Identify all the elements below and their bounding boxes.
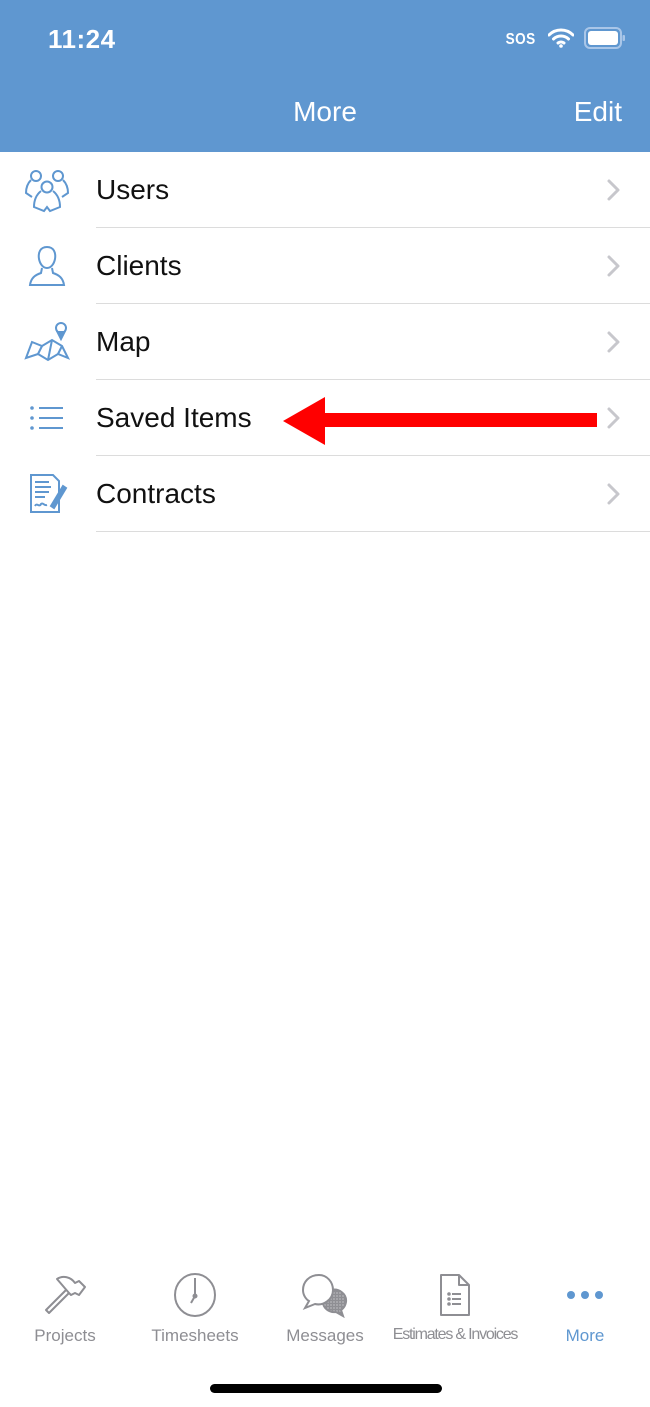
more-menu-list: Users Clients Map Saved Items Contracts	[0, 152, 650, 532]
tab-label: More	[565, 1326, 605, 1345]
chevron-right-icon	[606, 330, 622, 354]
menu-item-label: Clients	[96, 250, 182, 281]
tab-bar: Projects Timesheets Messages Estimates &…	[0, 1262, 650, 1352]
map-icon	[22, 318, 72, 366]
tab-label: Timesheets	[151, 1326, 239, 1345]
client-icon	[22, 242, 72, 290]
page-title: More	[293, 96, 357, 127]
status-indicators: SOS	[503, 26, 626, 54]
tab-projects[interactable]: Projects	[0, 1262, 130, 1352]
menu-item-label: Contracts	[96, 478, 216, 509]
menu-item-label: Users	[96, 174, 170, 205]
home-indicator[interactable]	[210, 1384, 442, 1393]
navigation-header: 11:24 SOS More Edit	[0, 0, 650, 152]
chevron-right-icon	[606, 406, 622, 430]
battery-icon	[584, 26, 626, 54]
menu-item-map[interactable]: Map	[0, 304, 650, 380]
separator	[96, 531, 650, 532]
tab-more[interactable]: More	[520, 1262, 650, 1352]
document-icon	[430, 1272, 480, 1318]
list-icon	[22, 394, 72, 442]
hammer-icon	[40, 1272, 90, 1318]
menu-item-users[interactable]: Users	[0, 152, 650, 228]
clock-icon	[170, 1272, 220, 1318]
edit-button[interactable]: Edit	[574, 96, 622, 128]
tab-label: Projects	[34, 1326, 96, 1345]
chevron-right-icon	[606, 254, 622, 278]
more-dots-icon	[560, 1272, 610, 1318]
tab-timesheets[interactable]: Timesheets	[130, 1262, 260, 1352]
menu-item-contracts[interactable]: Contracts	[0, 456, 650, 532]
annotation-arrow-icon	[283, 397, 597, 445]
tab-estimates-invoices[interactable]: Estimates & Invoices	[390, 1262, 520, 1352]
tab-messages[interactable]: Messages	[260, 1262, 390, 1352]
tab-label: Estimates & Invoices	[392, 1326, 519, 1343]
carrier-label: SOS	[505, 31, 536, 48]
chevron-right-icon	[606, 178, 622, 202]
chevron-right-icon	[606, 482, 622, 506]
contract-icon	[22, 470, 72, 518]
status-time: 11:24	[48, 24, 116, 54]
menu-item-clients[interactable]: Clients	[0, 228, 650, 304]
menu-item-label: Map	[96, 326, 151, 357]
tab-label: Messages	[286, 1326, 364, 1345]
users-icon	[22, 166, 72, 214]
chat-bubbles-icon	[300, 1272, 350, 1318]
menu-item-label: Saved Items	[96, 402, 252, 433]
wifi-icon	[547, 28, 575, 53]
